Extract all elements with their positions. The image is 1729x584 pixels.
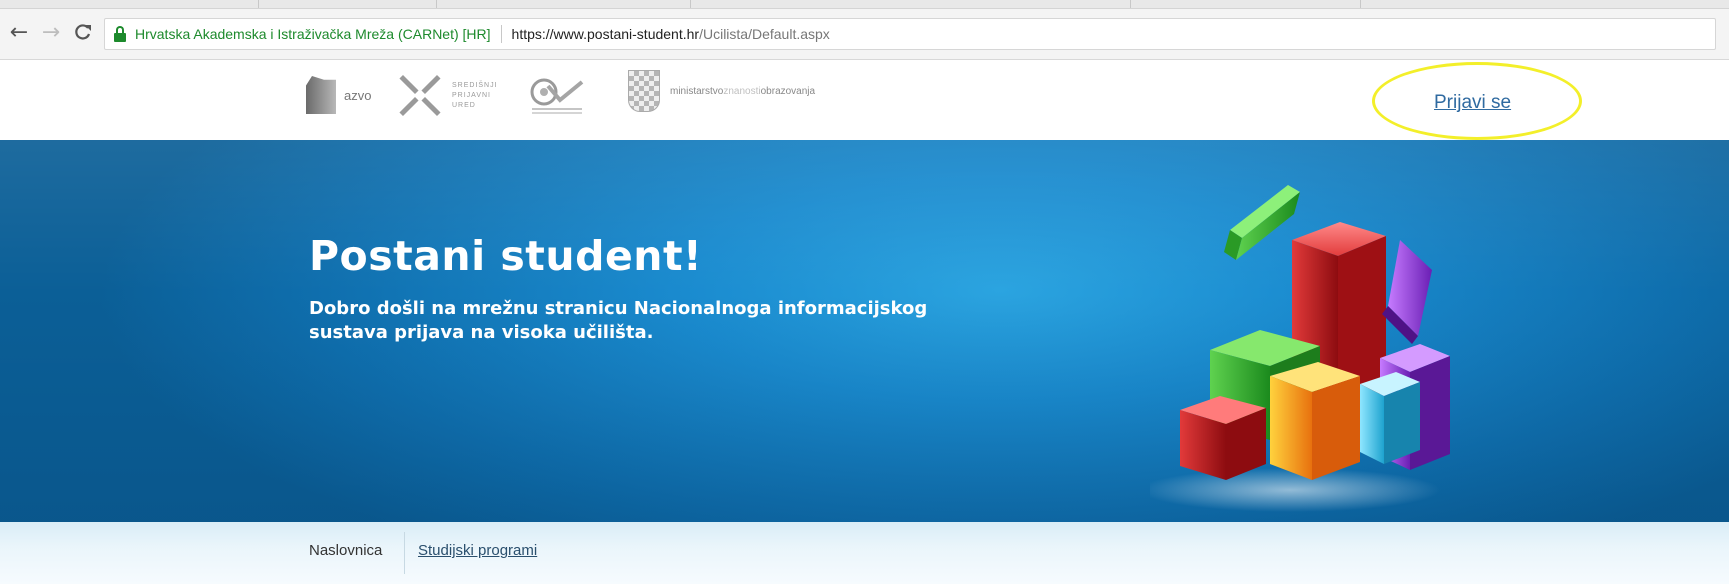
address-separator — [500, 25, 502, 43]
cv-logo[interactable] — [528, 76, 588, 116]
hero-subtitle: Dobro došli na mrežnu stranicu Nacionaln… — [309, 298, 928, 343]
ministry-text-suffix: obrazovanja — [760, 85, 816, 97]
browser-tab[interactable] — [1130, 0, 1131, 8]
arrow-right-icon: → — [41, 19, 61, 45]
lock-icon — [113, 26, 127, 42]
back-button[interactable]: ← — [6, 19, 32, 45]
colored-blocks-illustration — [1150, 185, 1450, 512]
azvo-logo[interactable]: azvo — [306, 76, 371, 114]
sredisnji-prijavni-ured-logo[interactable]: SREDIŠNJI PRIJAVNI URED — [398, 74, 498, 118]
browser-tab[interactable] — [690, 0, 691, 8]
reload-button[interactable] — [70, 19, 96, 45]
hero-banner: Postani student! Dobro došli na mrežnu s… — [0, 140, 1729, 522]
ministry-text-prefix: ministarstvo — [670, 85, 724, 97]
browser-tab[interactable] — [258, 0, 259, 8]
ministry-text-mid: znanosti — [723, 85, 761, 97]
ministry-logo[interactable]: ministarstvoznanostiobrazovanja — [628, 70, 815, 112]
sredisnji-line: URED — [452, 102, 476, 109]
login-highlight-ellipse — [1372, 62, 1582, 140]
browser-tab-strip — [0, 0, 1729, 9]
sredisnji-logo-text: SREDIŠNJI PRIJAVNI URED — [452, 81, 498, 111]
azvo-logo-text: azvo — [344, 87, 372, 103]
menu-divider — [404, 532, 405, 574]
ministry-logo-text: ministarstvoznanostiobrazovanja — [670, 86, 815, 97]
hero-title: Postani student! — [309, 232, 703, 280]
browser-toolbar: ← → Hrvatska Akademska i Istraživačka Mr… — [0, 9, 1729, 60]
url-host: https://www.postani-student.hr — [511, 26, 700, 42]
forward-button[interactable]: → — [38, 19, 64, 45]
x-mark-icon — [398, 74, 442, 118]
menu-item-studijski-programi[interactable]: Studijski programi — [418, 542, 537, 559]
address-bar[interactable]: Hrvatska Akademska i Istraživačka Mreža … — [104, 18, 1716, 50]
url-path: /Ucilista/Default.aspx — [699, 26, 830, 42]
azvo-logo-mark — [306, 76, 336, 114]
cv-logo-icon — [530, 78, 584, 114]
sredisnji-line: SREDIŠNJI — [452, 82, 498, 89]
certificate-organization[interactable]: Hrvatska Akademska i Istraživačka Mreža … — [135, 26, 491, 42]
arrow-left-icon: ← — [9, 19, 29, 45]
main-menu-bar: Naslovnica Studijski programi — [0, 522, 1729, 584]
browser-tab[interactable] — [436, 0, 437, 8]
reload-icon — [75, 24, 91, 40]
croatian-coat-of-arms-icon — [628, 70, 660, 112]
menu-item-naslovnica[interactable]: Naslovnica — [309, 542, 382, 559]
sredisnji-line: PRIJAVNI — [452, 92, 491, 99]
browser-tab[interactable] — [1360, 0, 1361, 8]
